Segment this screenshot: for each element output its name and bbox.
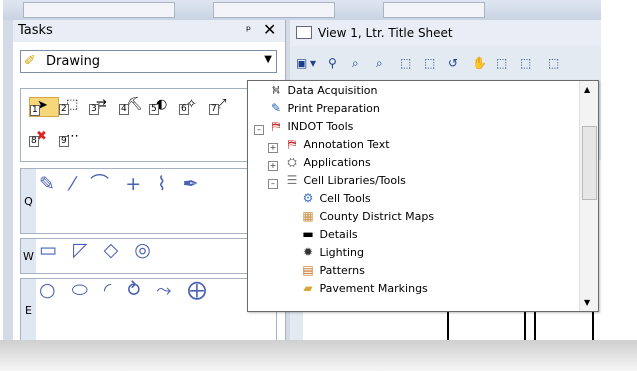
task-dropdown[interactable]: ✐ Drawing ▼ [20,50,277,73]
tree-item[interactable]: ▰ Pavement Markings [300,281,427,299]
view-attributes-icon[interactable]: ▣ [296,56,307,70]
tool-4[interactable]: ⛏ 4 [119,97,147,115]
tool-group-e: E ○ ⬭ ◜ ⥁ ⤳ ⨁ [20,278,277,340]
view-title: View 1, Ltr. Title Sheet [318,26,453,40]
group-label: Q [21,169,36,233]
tree-item[interactable]: ⛿ Annotation Text [284,137,390,155]
curve-tools-icons[interactable]: ○ ⬭ ◜ ⥁ ⤳ ⨁ [39,279,212,301]
tree-item[interactable]: ⛕ Data Acquisition [268,83,378,101]
collapse-icon[interactable]: – [254,125,264,135]
chevron-down-icon[interactable]: ▾ [310,56,316,70]
tool-7[interactable]: ⤢ 7 [209,97,237,115]
pan-view-icon[interactable]: ↺ [448,56,458,70]
tool-number: 8 [29,136,39,147]
tool-1[interactable]: ➤ 1 [29,97,59,117]
scroll-up-icon[interactable]: ▲ [584,85,590,94]
tool-number: 9 [59,136,69,147]
tool-6[interactable]: ✧ 6 [179,97,207,115]
tree-item[interactable]: ✎ Print Preparation [268,101,380,119]
top-toolbar [3,0,601,20]
print-prep-icon: ✎ [270,101,282,115]
tool-8[interactable]: ✖ 8 [29,129,57,147]
tool-group-w: W ▭ ◸ ◇ ◎ [20,238,277,274]
window-area-icon[interactable]: ⌕ [376,56,383,71]
hand-icon[interactable]: ✋ [472,56,487,70]
collapse-icon[interactable]: – [268,179,278,189]
pin-icon[interactable]: ᵖ [246,23,251,37]
dropdown-value: Drawing [46,54,101,69]
shape-tools-icons[interactable]: ▭ ◸ ◇ ◎ [39,239,156,261]
scroll-down-icon[interactable]: ▼ [584,298,590,307]
tool-9[interactable]: ⋯ 9 [59,129,87,147]
tool-group-q: Q ✎ ⁄ ⌒ + ⌇ ✒ [20,168,277,234]
tool-number: 4 [119,104,129,115]
tool-number: 6 [179,104,189,115]
details-icon: ▬ [302,227,314,241]
window-icon [296,26,312,39]
tool-5[interactable]: ◐ 5 [149,97,177,115]
expand-icon[interactable]: + [268,143,278,153]
copy-view-icon[interactable]: ⬚ [548,56,559,70]
view-toolbar: ▣ ▾ ⚲ ⌕ ⌕ ⬚ ⬚ ↺ ✋ ⬚ ⬚ ⬚ [290,54,601,74]
rotate-view-icon[interactable]: ⬚ [424,56,435,70]
view-header: View 1, Ltr. Title Sheet [290,20,601,46]
tree-scrollbar[interactable]: ▲ ▼ [579,81,598,311]
chevron-down-icon[interactable]: ▼ [264,54,272,65]
fit-view-icon[interactable]: ⬚ [400,56,411,70]
tree-item[interactable]: ☰ Cell Libraries/Tools [284,173,406,191]
cell-tools-icon: ⚙ [302,191,314,205]
tool-palette: ➤ 1 ⬚ 2 ⇄ 3 ⛏ 4 ◐ 5 ✧ 6 ⤢ 7 ✖ 8 ⋯ 9 [20,88,277,162]
toolbar-segment[interactable] [213,2,335,18]
tool-number: 2 [59,104,69,115]
lighting-icon: ✹ [302,245,314,259]
zoom-out-icon[interactable]: ⌕ [352,56,359,71]
toolbox-tree: ⛕ Data Acquisition ✎ Print Preparation –… [247,80,599,312]
tree-item[interactable]: ▦ County District Maps [300,209,434,227]
group-label: W [21,239,36,273]
tool-3[interactable]: ⇄ 3 [89,97,117,115]
patterns-icon: ▤ [302,263,314,277]
tree-item[interactable]: ⛿ INDOT Tools [268,119,354,137]
tree-item[interactable]: ▤ Patterns [300,263,364,281]
tasks-header: Tasks ᵖ ✕ [13,20,285,42]
tree-item[interactable]: ✹ Lighting [300,245,364,263]
tool-number: 1 [30,105,40,116]
toolbar-segment[interactable] [23,2,175,18]
expand-icon[interactable]: + [268,161,278,171]
zoom-in-icon[interactable]: ⚲ [328,56,337,70]
next-view-icon[interactable]: ⬚ [520,56,531,70]
scroll-thumb[interactable] [582,126,597,200]
tool-number: 7 [209,104,219,115]
tasks-title: Tasks [18,23,53,38]
indot-icon: ⛿ [271,119,281,133]
applications-icon: ⛭ [287,155,297,169]
toolbar-segment[interactable] [383,2,485,18]
tree-item[interactable]: ⛭ Applications [284,155,371,173]
cell-libraries-icon: ☰ [286,173,298,187]
acquisition-icon: ⛕ [271,83,281,97]
tool-number: 5 [149,104,159,115]
line-tools-icons[interactable]: ✎ ⁄ ⌒ + ⌇ ✒ [39,169,203,196]
drawing-icon: ✐ [24,53,36,69]
pavement-markings-icon: ▰ [303,281,313,295]
tool-number: 3 [89,104,99,115]
previous-view-icon[interactable]: ⬚ [496,56,507,70]
map-icon: ▦ [302,209,314,223]
tree-item[interactable]: ⚙ Cell Tools [300,191,371,209]
group-label: E [21,279,36,340]
bottom-shadow [0,340,637,371]
tasks-panel: Tasks ᵖ ✕ ✐ Drawing ▼ ➤ 1 ⬚ 2 ⇄ 3 ⛏ 4 ◐ … [13,20,286,340]
tree-item[interactable]: ▬ Details [300,227,357,245]
close-icon[interactable]: ✕ [263,20,276,39]
annotation-text-icon: ⛿ [287,137,297,151]
tool-2[interactable]: ⬚ 2 [59,97,87,115]
